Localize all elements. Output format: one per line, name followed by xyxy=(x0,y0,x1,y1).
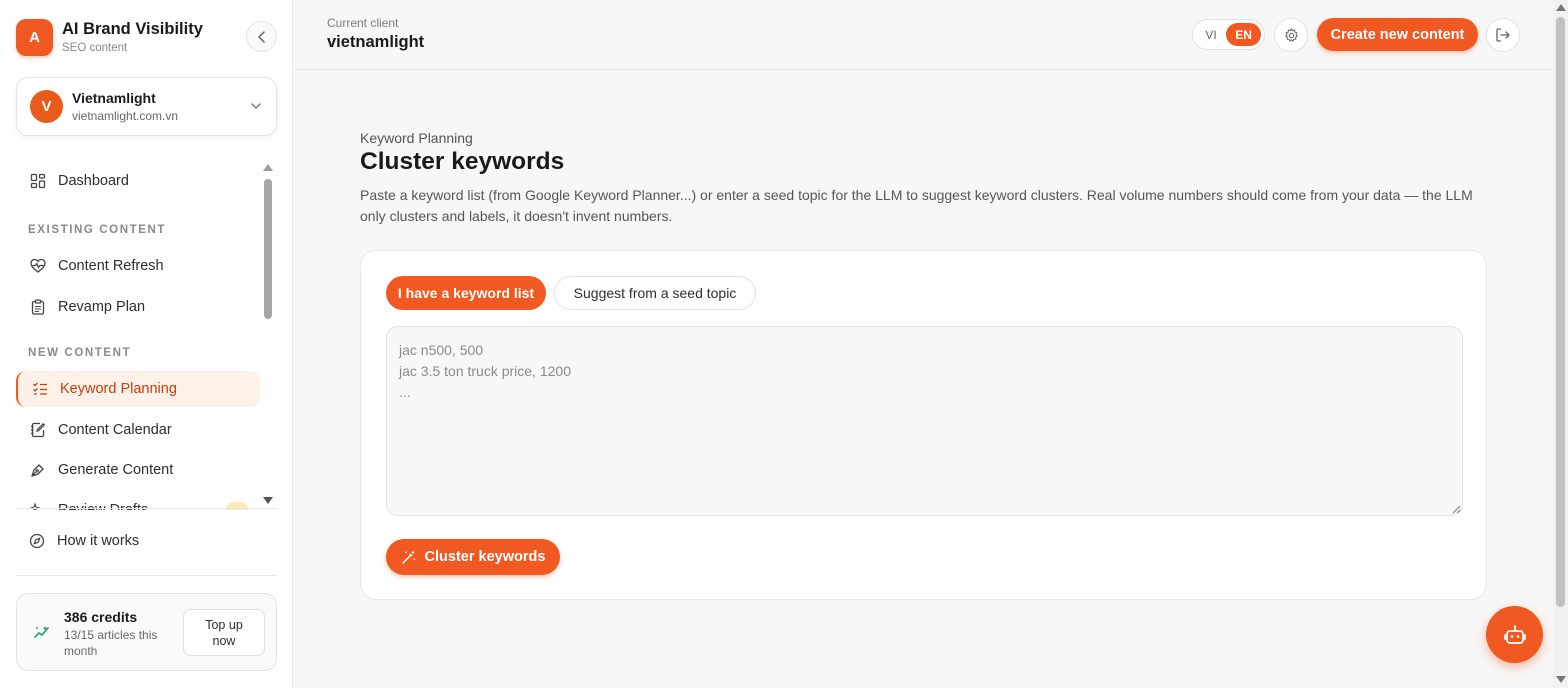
current-client-name: vietnamlight xyxy=(327,33,425,51)
list-checks-icon xyxy=(32,381,48,397)
sidebar-item-label: Dashboard xyxy=(58,173,129,189)
section-existing-content: EXISTING CONTENT xyxy=(28,224,167,236)
section-new-content: NEW CONTENT xyxy=(28,347,132,359)
lang-en-option[interactable]: EN xyxy=(1226,23,1261,46)
sidebar-divider xyxy=(16,508,277,509)
sidebar-nav: Dashboard EXISTING CONTENT Content Refre… xyxy=(16,160,262,510)
chevron-down-icon xyxy=(251,103,261,109)
dashboard-icon xyxy=(30,173,46,189)
cluster-button-label: Cluster keywords xyxy=(424,549,546,565)
sidebar-item-content-calendar[interactable]: Content Calendar xyxy=(16,412,260,448)
page-scroll-down[interactable] xyxy=(1556,676,1566,683)
pen-tool-icon xyxy=(30,462,46,478)
brand: A AI Brand Visibility SEO content xyxy=(16,17,277,57)
sparkle-trend-icon xyxy=(34,626,49,638)
sidebar-item-dashboard[interactable]: Dashboard xyxy=(16,163,260,199)
client-switcher[interactable]: V Vietnamlight vietnamlight.com.vn xyxy=(16,77,277,136)
sidebar-item-label: Content Refresh xyxy=(58,258,164,274)
current-client-label: Current client xyxy=(327,16,399,30)
sidebar-item-revamp-plan[interactable]: Revamp Plan xyxy=(16,289,260,325)
lang-vi-option[interactable]: VI xyxy=(1196,28,1226,42)
keyword-list-input[interactable] xyxy=(386,326,1463,516)
credits-usage: 13/15 articles this month xyxy=(64,628,158,658)
top-header: Current client vietnamlight VI EN Create… xyxy=(294,0,1552,70)
sidebar: A AI Brand Visibility SEO content V Viet… xyxy=(0,0,293,688)
client-name: Vietnamlight xyxy=(72,89,156,106)
sidebar-item-how-it-works[interactable]: How it works xyxy=(16,523,260,559)
magic-wand-icon xyxy=(401,549,417,565)
logout-button[interactable] xyxy=(1486,18,1520,52)
credits-amount: 386 credits xyxy=(64,609,138,625)
notebook-pen-icon xyxy=(30,422,46,438)
collapse-sidebar-button[interactable] xyxy=(246,21,277,52)
create-new-content-button[interactable]: Create new content xyxy=(1317,18,1478,51)
resize-grip-icon[interactable] xyxy=(1451,504,1461,514)
sidebar-item-label: Content Calendar xyxy=(58,422,172,438)
keyword-input-panel: I have a keyword list Suggest from a see… xyxy=(360,250,1487,600)
assistant-chat-button[interactable] xyxy=(1486,606,1543,663)
sidebar-divider xyxy=(16,575,277,576)
sidebar-item-generate-content[interactable]: Generate Content xyxy=(16,452,260,488)
sidebar-item-keyword-planning[interactable]: Keyword Planning xyxy=(16,371,260,407)
page-eyebrow: Keyword Planning xyxy=(360,130,473,146)
client-avatar: V xyxy=(30,90,63,123)
gear-icon xyxy=(1284,27,1298,42)
sidebar-item-content-refresh[interactable]: Content Refresh xyxy=(16,248,260,284)
sidebar-item-label: Revamp Plan xyxy=(58,299,146,315)
sidebar-item-label: Keyword Planning xyxy=(60,381,177,397)
tab-seed-topic[interactable]: Suggest from a seed topic xyxy=(554,276,756,310)
logout-icon xyxy=(1496,28,1510,42)
sidebar-scroll-up[interactable] xyxy=(263,164,273,171)
brand-logo: A xyxy=(16,18,53,56)
brand-subtitle: SEO content xyxy=(62,42,128,54)
credits-card: 386 credits 13/15 articles this month To… xyxy=(16,593,277,671)
brand-title: AI Brand Visibility xyxy=(62,20,203,38)
client-domain: vietnamlight.com.vn xyxy=(72,108,179,123)
page-scroll-up[interactable] xyxy=(1556,4,1566,11)
page-scrollbar[interactable] xyxy=(1553,0,1568,688)
sidebar-item-label: How it works xyxy=(57,533,140,549)
chevron-left-icon xyxy=(257,30,265,43)
sidebar-item-label: Generate Content xyxy=(58,462,174,478)
sidebar-scroll-down[interactable] xyxy=(263,497,273,504)
clipboard-icon xyxy=(30,299,46,315)
sidebar-scrollbar[interactable] xyxy=(264,179,272,319)
page-description: Paste a keyword list (from Google Keywor… xyxy=(360,187,1473,224)
settings-button[interactable] xyxy=(1274,18,1308,52)
language-toggle[interactable]: VI EN xyxy=(1192,19,1265,50)
bot-icon xyxy=(1503,624,1526,644)
page-title: Cluster keywords xyxy=(360,148,565,175)
top-up-button[interactable]: Top up now xyxy=(183,609,265,656)
cluster-keywords-button[interactable]: Cluster keywords xyxy=(386,539,560,575)
tab-keyword-list[interactable]: I have a keyword list xyxy=(386,276,546,310)
compass-icon xyxy=(29,533,45,549)
page-scrollbar-thumb[interactable] xyxy=(1556,17,1565,607)
heart-pulse-icon xyxy=(30,258,46,274)
